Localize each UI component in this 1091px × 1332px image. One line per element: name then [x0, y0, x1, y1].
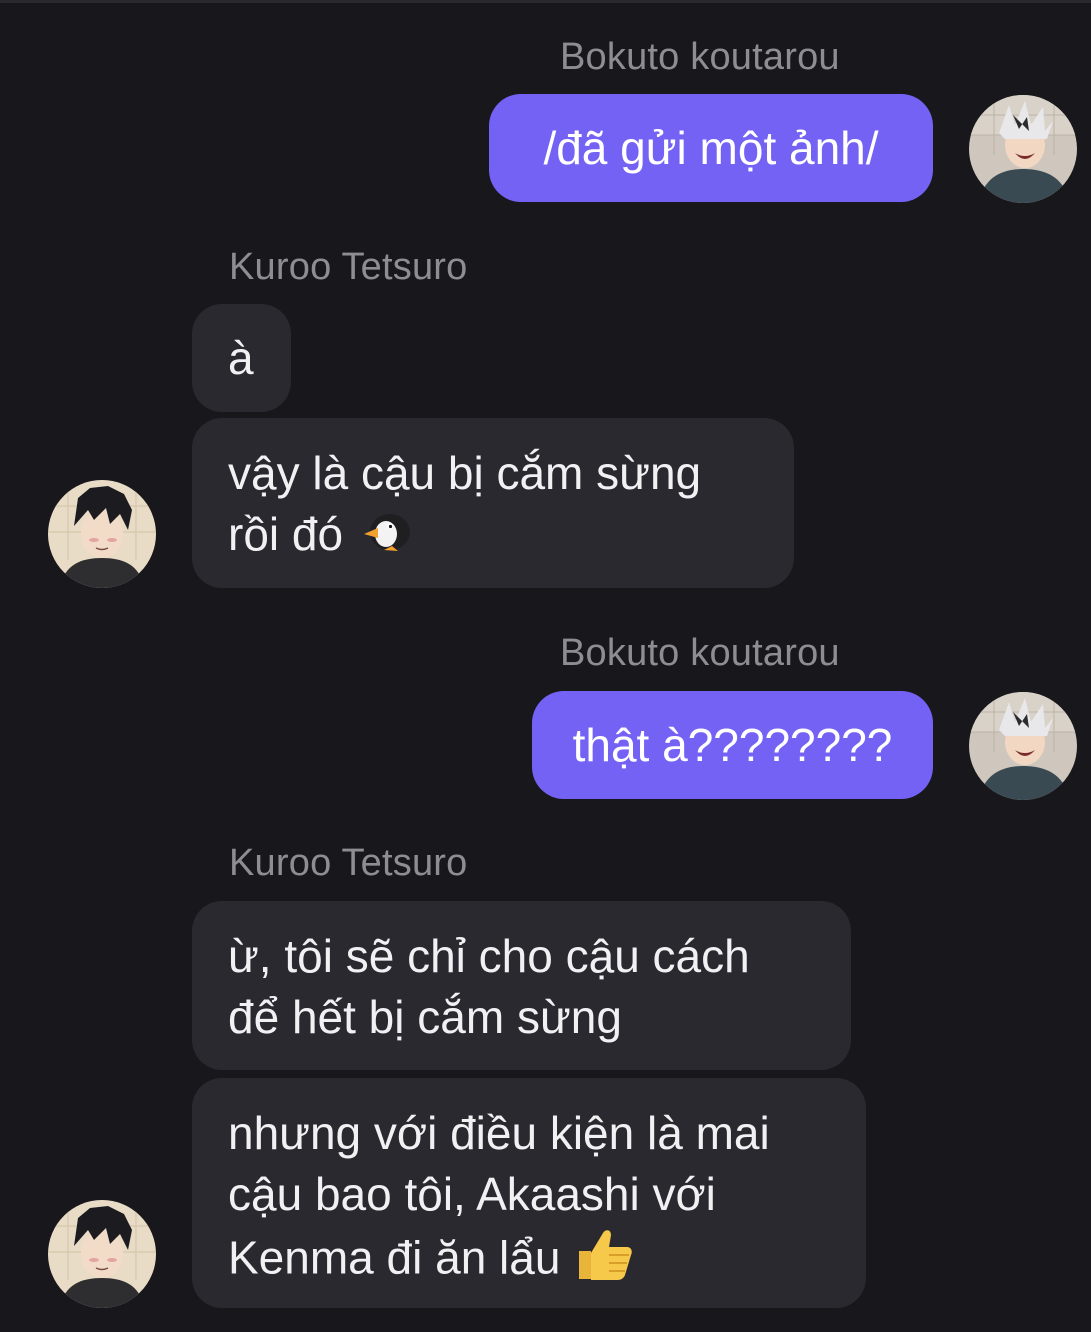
bokuto-avatar[interactable]: [969, 692, 1077, 800]
message-text: thật à????????: [572, 718, 893, 771]
kuroo-avatar[interactable]: [48, 1200, 156, 1308]
message-bubble-incoming[interactable]: nhưng với điều kiện là mai cậu bao tôi, …: [192, 1078, 866, 1308]
sender-name-kuroo: Kuroo Tetsuro: [229, 842, 468, 884]
message-text: /đã gửi một ảnh/: [543, 121, 879, 174]
message-text-line: ừ, tôi sẽ chỉ cho cậu cách: [228, 930, 750, 982]
message-bubble-incoming[interactable]: ừ, tôi sẽ chỉ cho cậu cách để hết bị cắm…: [192, 901, 851, 1070]
top-divider: [0, 0, 1091, 3]
message-text-line: cậu bao tôi, Akaashi với: [228, 1168, 716, 1220]
thumbs-up-icon: [573, 1225, 635, 1298]
message-bubble-incoming[interactable]: à: [192, 304, 291, 412]
message-text-line: Kenma đi ăn lẩu: [228, 1231, 561, 1284]
message-text-line: vậy là cậu bị cắm sừng: [228, 447, 702, 499]
sender-name-bokuto: Bokuto koutarou: [560, 632, 840, 674]
message-text: à: [228, 331, 254, 384]
message-text-line: để hết bị cắm sừng: [228, 991, 622, 1043]
sender-name-bokuto: Bokuto koutarou: [560, 36, 840, 78]
penguin-icon: [356, 506, 414, 569]
message-bubble-outgoing[interactable]: thật à????????: [532, 691, 933, 799]
message-text-line: rồi đó: [228, 508, 344, 560]
message-bubble-incoming[interactable]: vậy là cậu bị cắm sừng rồi đó: [192, 418, 794, 588]
message-bubble-outgoing[interactable]: /đã gửi một ảnh/: [489, 94, 933, 202]
sender-name-kuroo: Kuroo Tetsuro: [229, 246, 468, 288]
bokuto-avatar[interactable]: [969, 95, 1077, 203]
kuroo-avatar[interactable]: [48, 480, 156, 588]
message-text-line: nhưng với điều kiện là mai: [228, 1107, 770, 1159]
